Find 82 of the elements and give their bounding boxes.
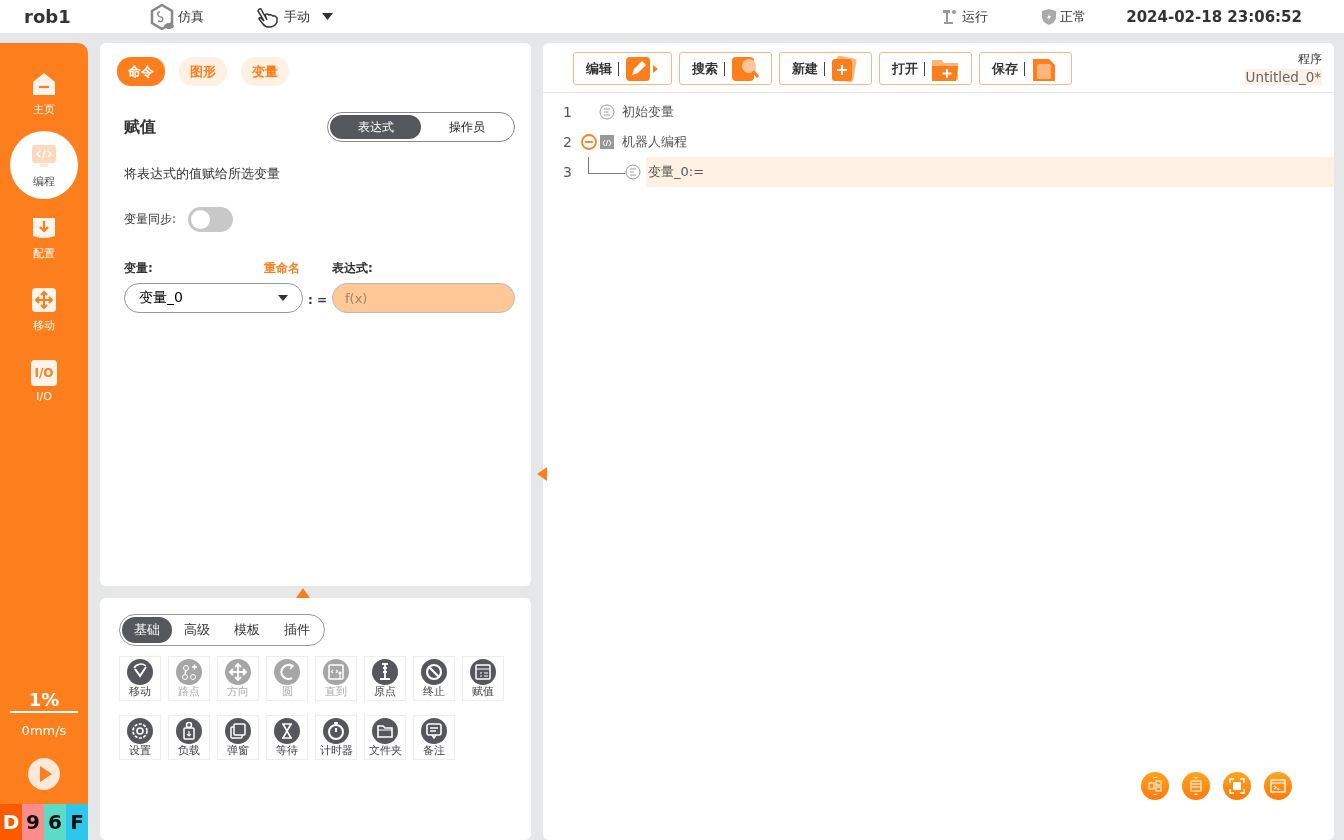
command-title: 赋值 <box>124 116 156 138</box>
note-icon <box>421 717 447 744</box>
line-number: 1 <box>562 104 573 120</box>
toolbar-button[interactable]: 保存 <box>979 52 1072 85</box>
palette-tab[interactable]: 基础 <box>122 617 172 643</box>
mode-option[interactable]: 表达式 <box>330 115 421 139</box>
hand-icon <box>256 5 280 28</box>
sync-toggle[interactable] <box>188 207 234 232</box>
status-code: F <box>66 804 88 840</box>
command-tile[interactable]: 等待 <box>266 715 308 760</box>
sidebar-item[interactable]: 编程 <box>10 131 78 199</box>
program-label: 程序 <box>1298 52 1322 67</box>
safety-status-label: 正常 <box>1060 7 1087 26</box>
toolbar-button[interactable]: 新建 <box>779 52 872 85</box>
edit-icon <box>625 55 659 82</box>
expression-field[interactable]: f(x) <box>332 283 515 313</box>
palette-tab[interactable]: 模板 <box>222 617 272 643</box>
settings-icon <box>127 717 153 744</box>
fit-view-icon <box>1228 777 1246 795</box>
line-number: 3 <box>562 164 573 180</box>
command-tile[interactable]: 文件夹 <box>364 715 406 760</box>
fit-view-button[interactable] <box>1223 772 1251 800</box>
command-tile[interactable]: 负载 <box>168 715 210 760</box>
command-tile[interactable]: 赋值 <box>462 656 504 701</box>
speed-percent: 1% <box>10 689 78 713</box>
tree-connector-line <box>588 156 625 174</box>
variable-label: 变量: <box>124 260 154 277</box>
command-tile[interactable]: 备注 <box>413 715 455 760</box>
line-number: 2 <box>562 134 573 150</box>
splitter-handle-icon[interactable] <box>537 467 547 481</box>
caret-icon <box>277 295 288 301</box>
shield-icon <box>1042 8 1057 25</box>
collapse-icon[interactable] <box>581 134 597 150</box>
command-tile[interactable]: 弹窗 <box>217 715 259 760</box>
search-icon <box>731 55 759 82</box>
command-tile[interactable]: 原点 <box>364 656 406 701</box>
popup-icon <box>225 717 251 744</box>
palette-tab[interactable]: 插件 <box>272 617 322 643</box>
timer-icon <box>323 717 349 744</box>
stop-icon <box>421 658 447 685</box>
play-button[interactable] <box>28 758 60 790</box>
terminal-button[interactable] <box>1264 772 1292 800</box>
terminal-icon <box>1269 777 1287 795</box>
variable-dropdown[interactable]: 变量_0 <box>124 283 303 313</box>
program-line[interactable]: 初始变量 <box>620 97 676 127</box>
velocity-readout: 0mm/s <box>21 723 67 738</box>
command-tile[interactable]: 设置 <box>119 715 161 760</box>
toolbar-button[interactable]: 打开 <box>879 52 972 85</box>
hourglass-icon <box>274 717 300 744</box>
control-mode-dropdown[interactable]: 手动 <box>256 5 333 28</box>
caret-icon <box>322 13 333 20</box>
io-icon: I/O <box>31 359 57 386</box>
palette-tab[interactable]: 高级 <box>172 617 222 643</box>
command-tile[interactable]: 移动 <box>119 656 161 701</box>
date-time: 2024-02-18 23:06:52 <box>1126 7 1302 26</box>
toolbar-button[interactable]: 搜索 <box>679 52 772 85</box>
toolbar-button[interactable]: 编辑 <box>573 52 672 85</box>
assign-operator: : = <box>307 293 327 307</box>
waypoint-icon <box>176 658 202 685</box>
expand-tree-icon <box>1146 777 1164 795</box>
expand-tree-button[interactable] <box>1141 772 1169 800</box>
move-arrows-icon <box>225 658 251 685</box>
folder-icon <box>372 717 398 744</box>
collapse-tree-button[interactable] <box>1182 772 1210 800</box>
command-tile[interactable]: 计时器 <box>315 715 357 760</box>
code-block-icon <box>599 134 615 150</box>
move-arrows-icon <box>30 285 58 314</box>
run-state-label: 运行 <box>962 7 989 26</box>
robot-name: rob1 <box>24 6 72 27</box>
program-file-name: Untitled_0* <box>1244 69 1322 85</box>
mode-option[interactable]: 操作员 <box>421 115 512 139</box>
mode-label: 仿真 <box>178 7 204 26</box>
command-tile[interactable]: 终止 <box>413 656 455 701</box>
expression-label: 表达式: <box>332 260 373 277</box>
status-code: D <box>0 804 22 840</box>
command-description: 将表达式的值赋给所选变量 <box>124 166 281 183</box>
new-file-icon <box>831 55 859 82</box>
collapse-tree-icon <box>1187 777 1205 795</box>
program-line[interactable]: 机器人编程 <box>620 127 689 157</box>
status-code: 9 <box>22 804 44 840</box>
sync-label: 变量同步: <box>124 211 177 228</box>
status-code: 6 <box>44 804 66 840</box>
